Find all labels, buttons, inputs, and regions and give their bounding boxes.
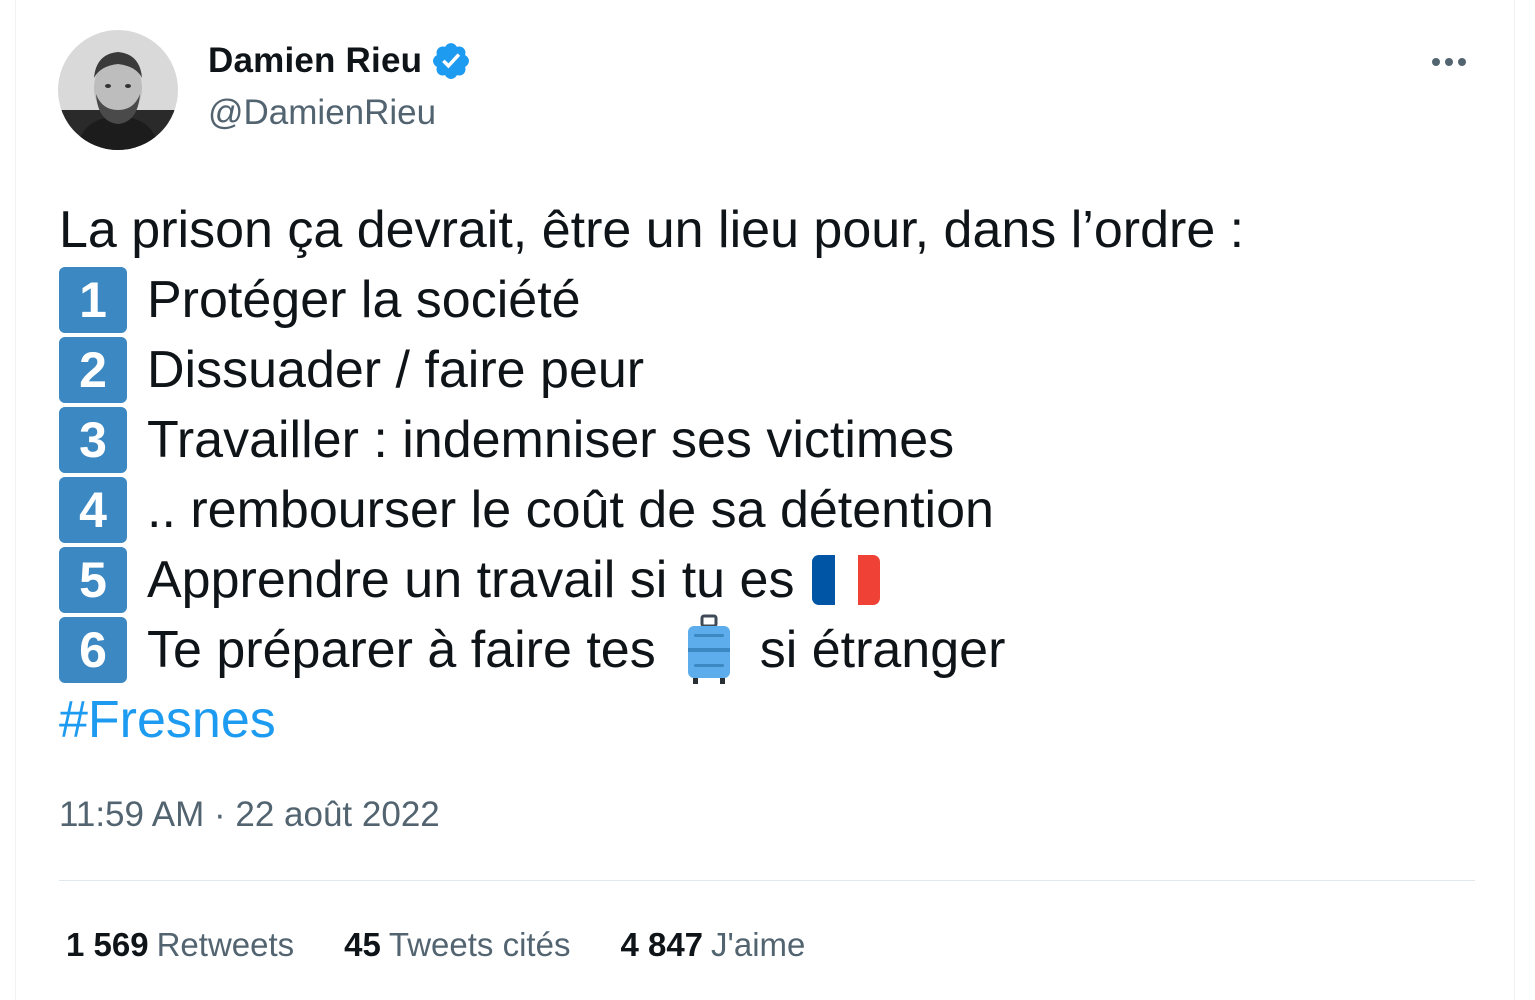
divider [59,880,1475,881]
list-item: 1 Protéger la société [59,265,1479,335]
list-item-text: Te préparer à faire tes [147,621,656,679]
retweets-stat[interactable]: 1 569 Retweets [66,926,294,964]
keycap-3-icon: 3 [59,407,127,473]
tweet-text: La prison ça devrait, être un lieu pour,… [59,195,1479,755]
more-dot-icon [1458,58,1466,66]
list-item: 4 .. rembourser le coût de sa détention [59,475,1479,545]
list-item-text: Dissuader / faire peur [147,341,645,399]
keycap-4-icon: 4 [59,477,127,543]
list-item-text: Travailler : indemniser ses victimes [147,411,955,469]
tweet-card: Damien Rieu @DamienRieu La prison ça dev… [15,0,1515,1000]
likes-label: J'aime [711,926,806,963]
keycap-5-icon: 5 [59,547,127,613]
tweet-timestamp[interactable]: 11:59 AM · 22 août 2022 [59,795,440,835]
more-dot-icon [1432,58,1440,66]
keycap-2-icon: 2 [59,337,127,403]
likes-stat[interactable]: 4 847 J'aime [620,926,805,964]
list-item-text-after: si étranger [759,621,1006,679]
list-item: 2 Dissuader / faire peur [59,335,1479,405]
list-item: 3 Travailler : indemniser ses victimes [59,405,1479,475]
keycap-1-icon: 1 [59,267,127,333]
more-dot-icon [1445,58,1453,66]
tweet-stats: 1 569 Retweets 45 Tweets cités 4 847 J'aime [66,926,805,964]
quote-tweets-count: 45 [344,926,381,963]
likes-count: 4 847 [620,926,704,963]
avatar[interactable] [58,30,178,150]
hashtag-line: #Fresnes [59,685,1479,755]
quote-tweets-stat[interactable]: 45 Tweets cités [344,926,570,964]
list-item-text: Apprendre un travail si tu es [147,551,795,609]
list-item: 6 Te préparer à faire tes si étranger [59,614,1479,685]
verified-badge-icon [433,43,470,79]
flag-france-icon [812,555,881,605]
author-handle[interactable]: @DamienRieu [208,93,436,133]
more-options-button[interactable] [1421,40,1477,84]
quote-tweets-label: Tweets cités [388,926,571,963]
retweets-count: 1 569 [66,926,149,963]
list-item-text: .. rembourser le coût de sa détention [147,481,994,539]
profile-photo-icon [58,30,178,150]
tweet-intro: La prison ça devrait, être un lieu pour,… [59,201,1245,259]
list-item-text: Protéger la société [147,271,581,329]
hashtag-link[interactable]: #Fresnes [59,685,276,755]
retweets-label: Retweets [156,926,295,963]
author-name: Damien Rieu [208,41,423,80]
suitcase-icon [687,614,730,684]
author-name-row[interactable]: Damien Rieu [208,40,472,82]
list-item: 5 Apprendre un travail si tu es [59,545,1479,615]
keycap-6-icon: 6 [59,617,127,683]
